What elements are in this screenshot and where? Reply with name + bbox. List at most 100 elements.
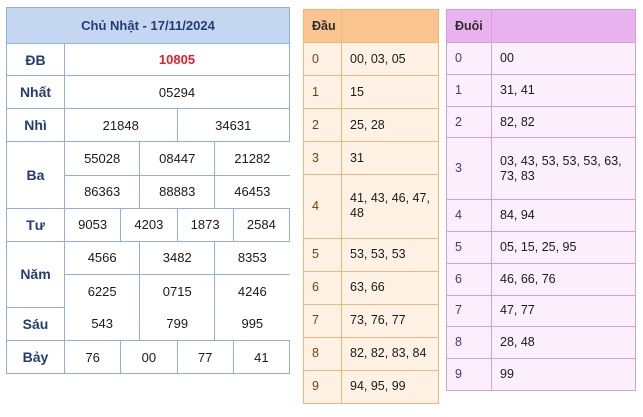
dau-table: Đầu 0 00, 03, 05 1 15 2 25, 28 3 31 4 41, 43,… [303,9,439,405]
prize-value: 1873 [176,207,234,242]
duoi-row: 4 84, 94 [446,199,636,232]
prize-label: Sáu [6,306,65,342]
results-table: Chủ Nhật - 17/11/2024 ĐB 10805 Nhất 0529… [6,7,291,374]
duoi-value: 31, 41 [491,73,636,107]
dau-row: 4 41, 43, 46, 47, 48 [303,174,439,239]
prize-label: Nhất [6,75,65,110]
prize-row-nhat: Nhất 05294 [6,75,290,110]
duoi-value: 03, 43, 53, 53, 53, 63, 73, 83 [491,137,636,201]
prize-value: 543 [65,307,141,341]
results-title: Chủ Nhật - 17/11/2024 [6,7,290,44]
dau-key: 4 [303,174,342,239]
duoi-key: 4 [446,199,492,232]
prize-row-ba: Ba 55028 08447 21282 [6,140,290,209]
prize-row-db: ĐB 10805 [6,42,290,77]
prize-row-bay: Bảy 76 00 77 41 [6,340,291,374]
duoi-row: 8 28, 48 [446,326,636,360]
prize-value: 00 [120,340,178,374]
dau-key: 8 [303,336,342,371]
duoi-row: 7 47, 77 [446,294,636,328]
duoi-value: 84, 94 [491,199,636,232]
duoi-key: 6 [446,262,492,296]
prize-value: 88883 [139,174,216,208]
prize-label: Tư [6,207,65,242]
dau-value: 31 [341,141,439,175]
prize-value: 4566 [65,241,141,275]
prize-value: 34631 [176,108,290,142]
duoi-value: 47, 77 [491,294,636,328]
dau-value: 41, 43, 46, 47, 48 [341,174,439,239]
dau-key: 1 [303,75,342,109]
prize-row-sau: Sáu 543 799 995 [6,306,290,342]
prize-label: ĐB [6,42,65,77]
duoi-value: 82, 82 [491,105,636,139]
duoi-row: 6 46, 66, 76 [446,262,636,296]
dau-row: 0 00, 03, 05 [303,42,439,76]
dau-value: 00, 03, 05 [341,42,439,76]
duoi-key: 2 [446,105,492,139]
dau-value: 82, 82, 83, 84 [341,336,439,371]
prize-value: 4203 [120,207,178,242]
prize-value: 10805 [64,42,290,77]
dau-row: 3 31 [303,141,439,175]
prize-value: 77 [176,340,234,374]
dau-row: 8 82, 82, 83, 84 [303,336,439,371]
duoi-table: Đuôi 0 00 1 31, 41 2 82, 82 3 03, 43, 53, 53… [446,9,636,391]
prize-row-nhi: Nhì 21848 34631 [6,108,290,142]
duoi-value: 99 [491,358,636,391]
duoi-key: 1 [446,73,492,107]
dau-value: 15 [341,75,439,109]
prize-value: 0715 [139,274,216,308]
dau-value: 53, 53, 53 [341,237,439,272]
prize-value: 76 [63,340,122,374]
duoi-row: 3 03, 43, 53, 53, 53, 63, 73, 83 [446,137,636,201]
prize-value: 3482 [139,241,216,275]
dau-row: 9 94, 95, 99 [303,369,439,405]
prize-value: 55028 [65,141,141,175]
dau-row: 7 73, 76, 77 [303,303,439,338]
duoi-row: 0 00 [446,42,636,75]
dau-key: 0 [303,42,342,76]
dau-row: 2 25, 28 [303,108,439,142]
prize-label: Năm [6,240,65,308]
prize-value: 2584 [232,207,291,242]
prize-value: 995 [214,307,290,341]
duoi-value: 05, 15, 25, 95 [491,230,636,264]
prize-row-nam: Năm 4566 3482 8353 [6,240,290,308]
dau-key: 3 [303,141,342,175]
prize-label: Nhì [6,108,65,142]
duoi-row: 9 99 [446,358,636,391]
duoi-key: 7 [446,294,492,328]
prize-value: 08447 [139,141,216,175]
prize-value: 799 [139,307,216,341]
prize-value: 41 [232,340,291,374]
prize-value: 21848 [64,108,178,142]
dau-header: Đầu [303,9,342,43]
prize-value: 46453 [214,174,290,208]
duoi-key: 3 [446,137,492,201]
prize-value: 86363 [65,174,141,208]
duoi-value: 46, 66, 76 [491,262,636,296]
duoi-row: 2 82, 82 [446,105,636,139]
dau-value: 94, 95, 99 [341,369,439,405]
dau-value: 73, 76, 77 [341,303,439,338]
prize-value: 05294 [64,75,290,110]
prize-label: Bảy [6,340,65,374]
duoi-row: 1 31, 41 [446,73,636,107]
dau-key: 9 [303,369,342,405]
duoi-value: 28, 48 [491,326,636,360]
duoi-key: 9 [446,358,492,391]
duoi-key: 8 [446,326,492,360]
dau-key: 2 [303,108,342,142]
dau-value: 25, 28 [341,108,439,142]
prize-row-tu: Tư 9053 4203 1873 2584 [6,207,291,242]
dau-row: 6 63, 66 [303,270,439,305]
duoi-key: 5 [446,230,492,264]
dau-key: 5 [303,237,342,272]
prize-value: 6225 [65,274,141,308]
prize-value: 4246 [214,274,290,308]
prize-value: 9053 [63,207,122,242]
dau-key: 7 [303,303,342,338]
prize-label: Ba [6,140,65,209]
duoi-key: 0 [446,42,492,75]
